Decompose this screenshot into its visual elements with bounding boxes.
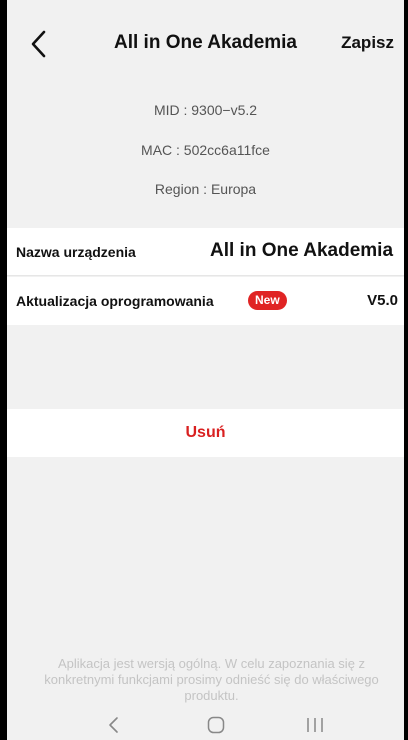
device-name-label: Nazwa urządzenia [16,244,136,260]
disclaimer-text: Aplikacja jest wersją ogólną. W celu zap… [44,656,379,703]
new-badge: New [248,291,287,310]
nav-home-icon [207,716,225,734]
nav-back-icon [109,717,118,733]
region-text: Region : Europa [154,181,257,197]
mac-text: MAC : 502cc6a11fce [141,142,270,158]
device-name-row[interactable]: Nazwa urządzenia All in One Akademia [7,228,404,276]
firmware-update-row[interactable]: Aktualizacja oprogramowania New V5.0 [7,277,404,325]
device-info: MID : 9300−v5.2 MAC : 502cc6a11fce Regio… [7,90,404,218]
delete-button[interactable]: Usuń [7,409,404,457]
app-screen: All in One Akademia Zapisz MID : 9300−v5… [7,0,404,740]
nav-back-button[interactable] [93,712,133,738]
save-button[interactable]: Zapisz [341,33,394,53]
firmware-version: V5.0 [367,292,398,309]
system-nav-bar [7,708,404,740]
mid-text: MID : 9300−v5.2 [153,102,258,118]
back-button[interactable] [23,26,53,62]
nav-recent-apps-button[interactable] [295,712,335,738]
chevron-left-icon [31,30,46,58]
nav-home-button[interactable] [196,712,236,738]
header-bar: All in One Akademia Zapisz [7,0,404,88]
nav-recent-apps-icon [307,718,323,732]
device-name-value[interactable]: All in One Akademia [210,240,393,262]
delete-label: Usuń [185,424,226,441]
firmware-update-label: Aktualizacja oprogramowania [16,293,214,309]
